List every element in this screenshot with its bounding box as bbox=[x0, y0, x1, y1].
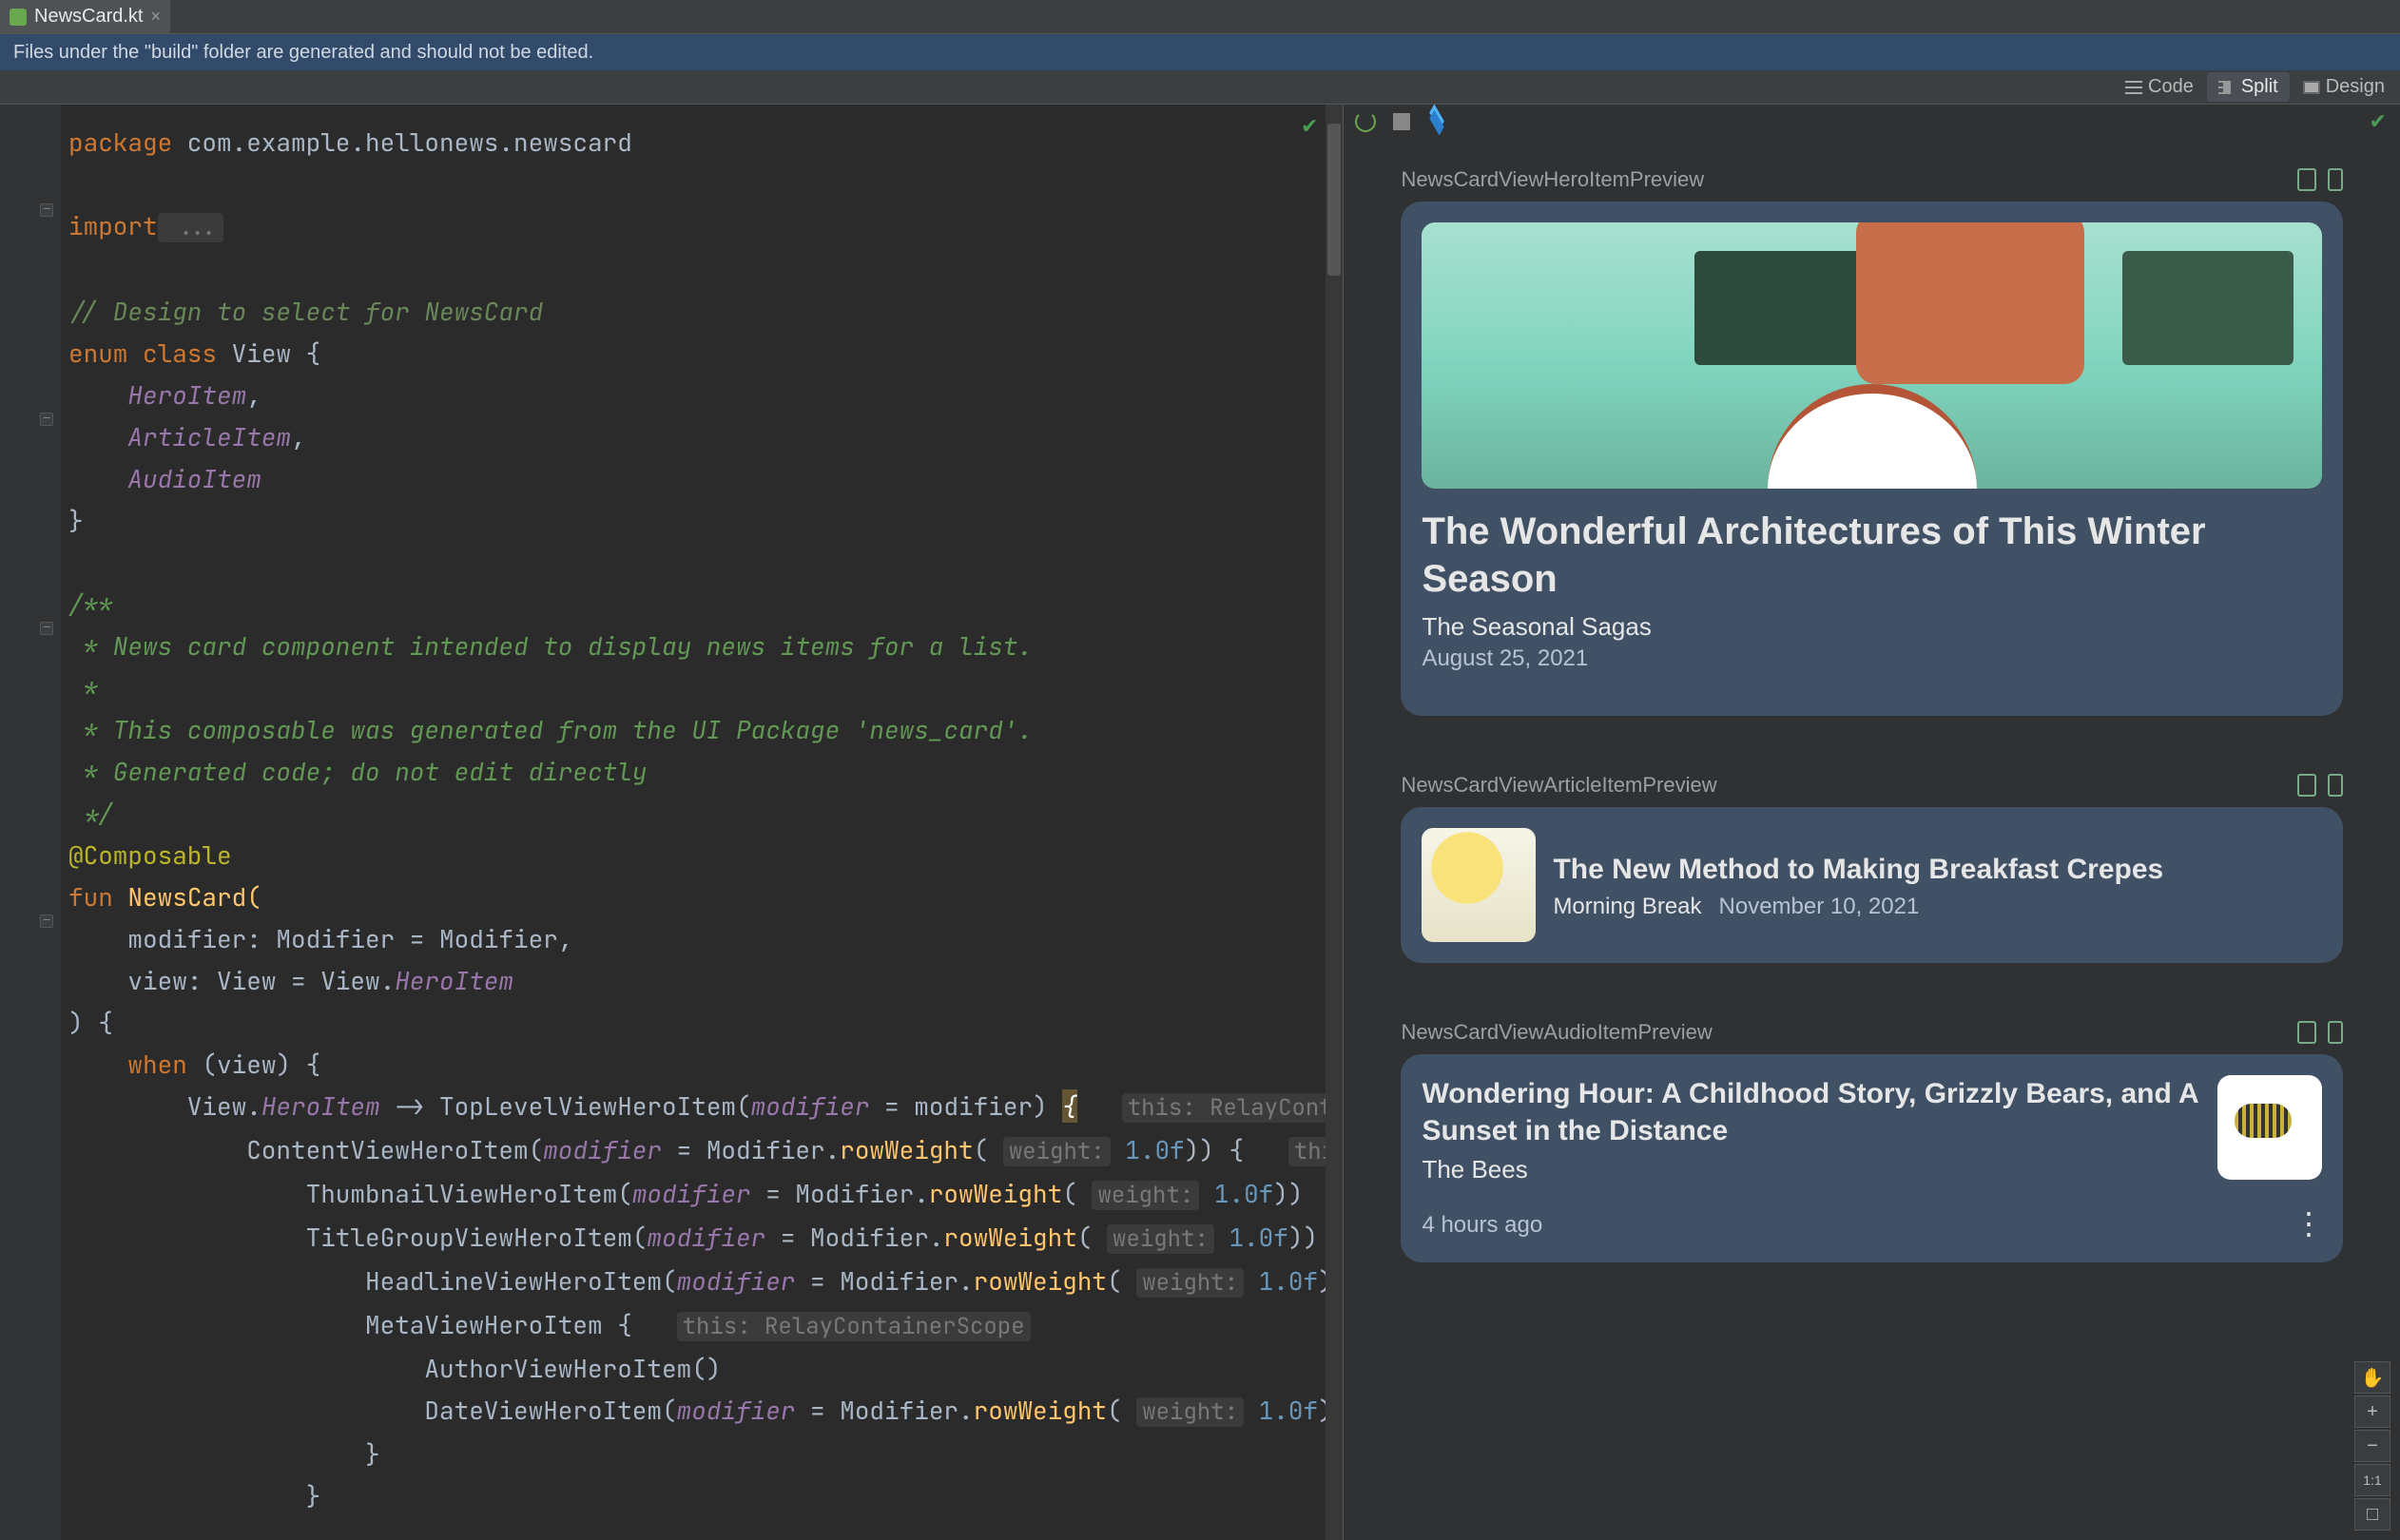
fold-icon[interactable] bbox=[40, 203, 53, 217]
editor-tab-row: NewsCard.kt × bbox=[0, 0, 2400, 34]
tab-label: NewsCard.kt bbox=[34, 6, 143, 28]
audio-headline: Wondering Hour: A Childhood Story, Grizz… bbox=[1422, 1075, 2200, 1149]
design-icon bbox=[2303, 81, 2320, 94]
hero-thumbnail bbox=[1422, 222, 2322, 489]
preview-name: NewsCardViewAudioItemPreview bbox=[1401, 1020, 1712, 1045]
article-card[interactable]: The New Method to Making Breakfast Crepe… bbox=[1401, 807, 2343, 963]
more-icon[interactable]: ⋮ bbox=[2294, 1205, 2322, 1242]
preview-name: NewsCardViewArticleItemPreview bbox=[1401, 773, 1716, 798]
generated-files-banner: Files under the "build" folder are gener… bbox=[0, 34, 2400, 70]
banner-text: Files under the "build" folder are gener… bbox=[13, 42, 593, 64]
article-thumbnail bbox=[1422, 828, 1536, 942]
fold-icon[interactable] bbox=[40, 914, 53, 928]
split-icon bbox=[2218, 81, 2235, 94]
compose-preview-pane: ✔ NewsCardViewHeroItemPreview The Wonder… bbox=[1344, 105, 2400, 1540]
audio-time: 4 hours ago bbox=[1422, 1212, 1542, 1239]
audio-card[interactable]: Wondering Hour: A Childhood Story, Grizz… bbox=[1401, 1054, 2343, 1262]
article-date: November 10, 2021 bbox=[1719, 894, 1920, 920]
deploy-device-icon[interactable] bbox=[2297, 774, 2316, 797]
scrollbar-thumb[interactable] bbox=[1327, 124, 1341, 276]
deploy-device-icon[interactable] bbox=[2297, 1021, 2316, 1044]
preview-name: NewsCardViewHeroItemPreview bbox=[1401, 167, 1704, 192]
lines-icon bbox=[2125, 81, 2142, 94]
pan-button[interactable]: ✋ bbox=[2354, 1361, 2390, 1394]
tab-newscard[interactable]: NewsCard.kt × bbox=[0, 0, 170, 33]
deploy-emulator-icon[interactable] bbox=[2328, 774, 2343, 797]
fold-icon[interactable] bbox=[40, 413, 53, 426]
zoom-fit-button[interactable]: □ bbox=[2354, 1498, 2390, 1530]
hero-author: The Seasonal Sagas bbox=[1422, 612, 2322, 642]
interactive-preview-icon[interactable] bbox=[1393, 113, 1410, 130]
mode-split[interactable]: Split bbox=[2207, 72, 2290, 102]
preview-toolbar: ✔ bbox=[1344, 105, 2400, 139]
mode-code[interactable]: Code bbox=[2114, 72, 2205, 102]
zoom-ratio-button[interactable]: 1:1 bbox=[2354, 1464, 2390, 1496]
article-headline: The New Method to Making Breakfast Crepe… bbox=[1553, 851, 2163, 888]
close-icon[interactable]: × bbox=[150, 7, 161, 27]
hero-card[interactable]: The Wonderful Architectures of This Wint… bbox=[1401, 202, 2343, 716]
preview-hero: NewsCardViewHeroItemPreview The Wonderfu… bbox=[1401, 167, 2343, 716]
zoom-controls: ✋ + − 1:1 □ bbox=[2354, 1361, 2390, 1530]
deploy-emulator-icon[interactable] bbox=[2328, 1021, 2343, 1044]
audio-thumbnail bbox=[2217, 1075, 2322, 1180]
code-area[interactable]: package com.example.hellonews.newscard i… bbox=[61, 105, 1343, 1540]
editor-gutter[interactable] bbox=[0, 105, 61, 1540]
view-mode-toolbar: Code Split Design bbox=[0, 70, 2400, 105]
deploy-emulator-icon[interactable] bbox=[2328, 168, 2343, 191]
layers-icon[interactable] bbox=[1427, 112, 1446, 131]
refresh-icon[interactable] bbox=[1355, 111, 1376, 132]
preview-ok-icon: ✔ bbox=[2370, 109, 2387, 134]
hero-headline: The Wonderful Architectures of This Wint… bbox=[1422, 508, 2322, 603]
audio-author: The Bees bbox=[1422, 1155, 2200, 1184]
preview-audio: NewsCardViewAudioItemPreview Wondering H… bbox=[1401, 1020, 2343, 1262]
analysis-ok-icon[interactable]: ✔ bbox=[1301, 114, 1318, 139]
mode-design[interactable]: Design bbox=[2292, 72, 2396, 102]
preview-surface[interactable]: NewsCardViewHeroItemPreview The Wonderfu… bbox=[1344, 139, 2400, 1540]
hero-date: August 25, 2021 bbox=[1422, 645, 2322, 672]
preview-article: NewsCardViewArticleItemPreview The New M… bbox=[1401, 773, 2343, 963]
code-editor[interactable]: ✔ package com.example.hellonews.newscard… bbox=[0, 105, 1344, 1540]
article-author: Morning Break bbox=[1553, 894, 1701, 920]
zoom-in-button[interactable]: + bbox=[2354, 1396, 2390, 1428]
kotlin-file-icon bbox=[10, 9, 27, 26]
zoom-out-button[interactable]: − bbox=[2354, 1430, 2390, 1462]
editor-scrollbar[interactable] bbox=[1326, 105, 1343, 1540]
deploy-device-icon[interactable] bbox=[2297, 168, 2316, 191]
fold-icon[interactable] bbox=[40, 622, 53, 635]
